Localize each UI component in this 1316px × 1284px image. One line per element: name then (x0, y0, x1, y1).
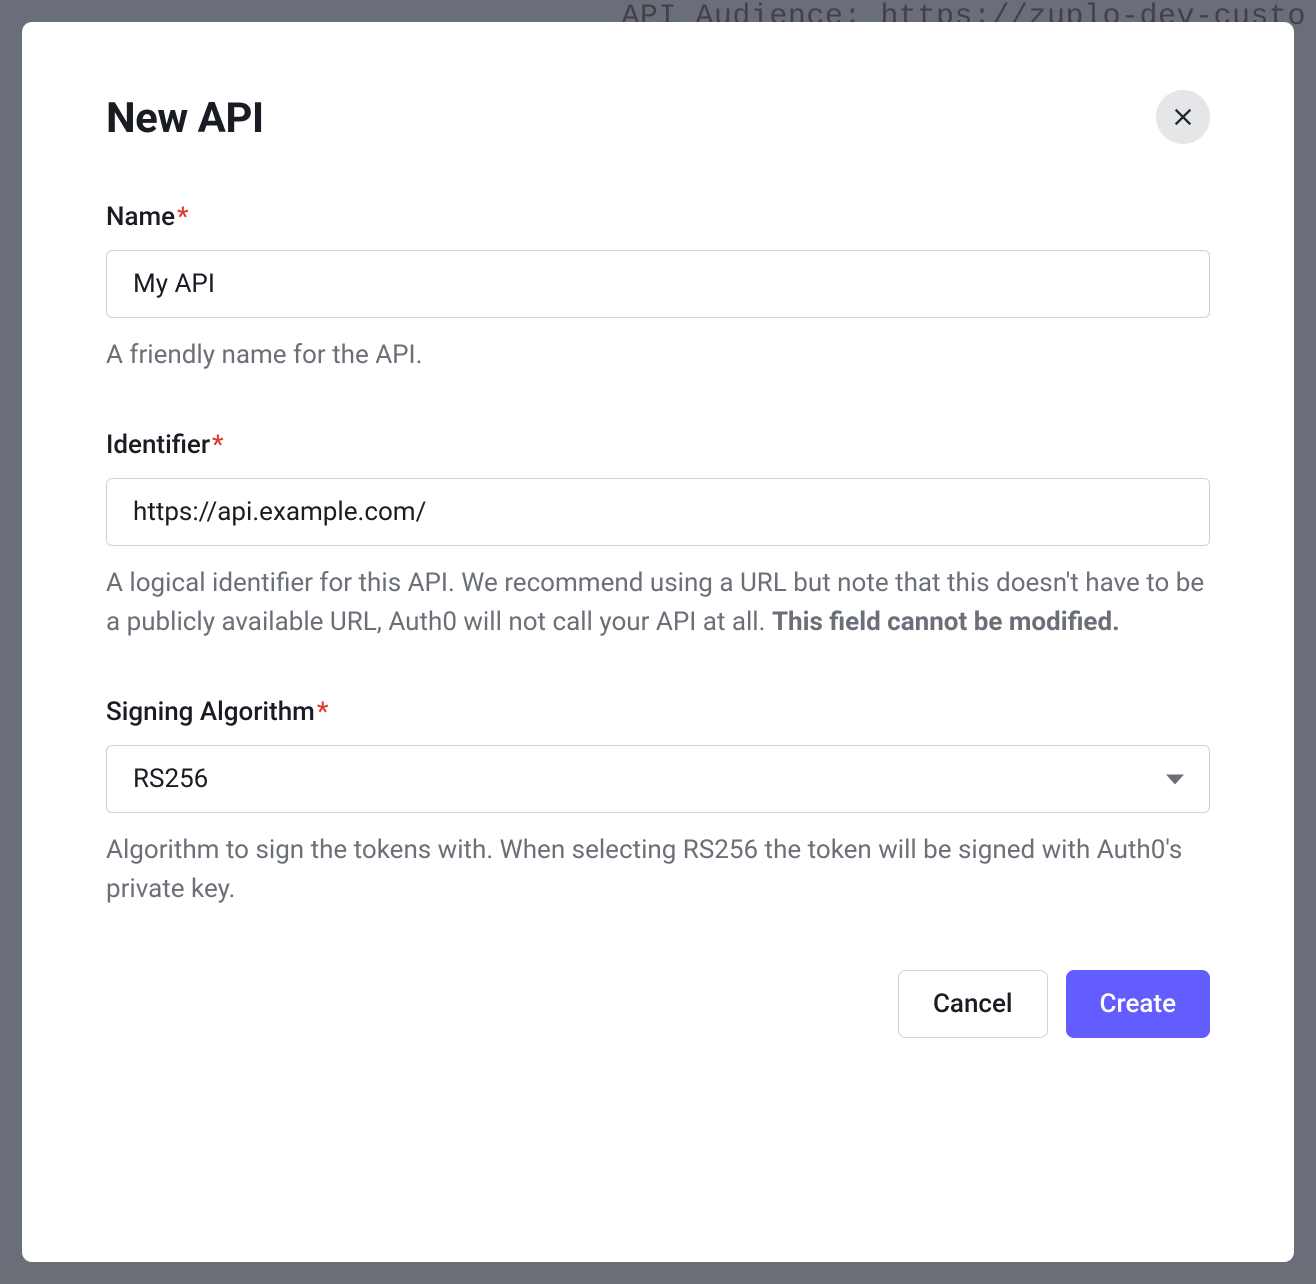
algorithm-field: Signing Algorithm* RS256 Algorithm to si… (106, 697, 1210, 908)
modal-title: New API (106, 94, 264, 143)
close-button[interactable] (1156, 90, 1210, 144)
modal-footer: Cancel Create (106, 970, 1210, 1038)
new-api-modal: New API Name* A friendly name for the AP… (22, 22, 1294, 1262)
cancel-button[interactable]: Cancel (898, 970, 1048, 1038)
identifier-label: Identifier* (106, 430, 1210, 460)
algorithm-help-text: Algorithm to sign the tokens with. When … (106, 831, 1210, 908)
create-button[interactable]: Create (1066, 970, 1210, 1038)
name-field: Name* A friendly name for the API. (106, 202, 1210, 374)
identifier-field: Identifier* A logical identifier for thi… (106, 430, 1210, 641)
algorithm-select[interactable]: RS256 (106, 745, 1210, 813)
algorithm-label: Signing Algorithm* (106, 697, 1210, 727)
close-icon (1172, 106, 1194, 128)
required-indicator: * (317, 697, 329, 727)
name-input[interactable] (106, 250, 1210, 318)
required-indicator: * (212, 430, 224, 460)
modal-header: New API (106, 94, 1210, 144)
algorithm-select-wrapper: RS256 (106, 745, 1210, 813)
identifier-help-text: A logical identifier for this API. We re… (106, 564, 1210, 641)
identifier-input[interactable] (106, 478, 1210, 546)
name-help-text: A friendly name for the API. (106, 336, 1210, 374)
required-indicator: * (177, 202, 189, 232)
name-label: Name* (106, 202, 1210, 232)
